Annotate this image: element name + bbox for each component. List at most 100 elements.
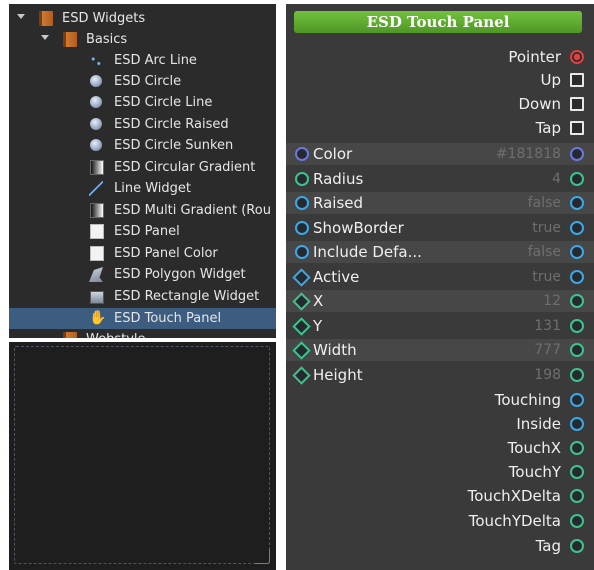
property-label: Radius xyxy=(313,170,364,188)
tree-item-multi-gradient[interactable]: ESD Multi Gradient (Rou xyxy=(9,200,276,221)
input-port-diamond-icon[interactable] xyxy=(292,317,311,336)
input-port-icon[interactable] xyxy=(295,221,309,235)
property-showborder[interactable]: ShowBorder true xyxy=(286,217,594,239)
input-port-icon[interactable] xyxy=(295,196,309,210)
property-value[interactable]: true xyxy=(532,217,561,239)
input-port-icon[interactable] xyxy=(295,147,309,161)
rectangle-icon xyxy=(90,291,104,304)
property-value[interactable]: 12 xyxy=(543,290,561,312)
output-port-icon[interactable] xyxy=(570,393,584,407)
node-panel[interactable]: ESD Touch Panel Pointer Up Down Tap Colo… xyxy=(286,4,594,570)
output-label: Tag xyxy=(535,537,561,555)
output-down: Down xyxy=(286,93,594,115)
output-port-icon[interactable] xyxy=(570,539,584,553)
tree-item-label: ESD Circle Raised xyxy=(114,117,229,132)
circle-icon xyxy=(90,96,102,108)
tree-item-label: ESD Panel Color xyxy=(114,246,218,261)
preview-canvas[interactable] xyxy=(14,346,270,564)
property-value[interactable]: 131 xyxy=(534,315,561,337)
property-raised[interactable]: Raised false xyxy=(286,192,594,214)
tree-item-circle-sunken[interactable]: ESD Circle Sunken xyxy=(9,135,276,156)
output-port-icon[interactable] xyxy=(570,343,584,357)
output-port-icon[interactable] xyxy=(570,245,584,259)
tree-item-label: ESD Circle Line xyxy=(114,95,213,110)
property-value[interactable]: true xyxy=(532,266,561,288)
property-value[interactable]: 4 xyxy=(552,168,561,190)
tree-item-circle-line[interactable]: ESD Circle Line xyxy=(9,92,276,113)
output-port-icon[interactable] xyxy=(570,196,584,210)
tree-item-panel-color[interactable]: ESD Panel Color xyxy=(9,243,276,264)
tree-item-label: ESD Circle Sunken xyxy=(114,138,234,153)
property-active[interactable]: Active true xyxy=(286,266,594,288)
property-label: ShowBorder xyxy=(313,219,404,237)
output-port-icon[interactable] xyxy=(570,489,584,503)
node-title[interactable]: ESD Touch Panel xyxy=(294,11,582,33)
tree-item-circular-gradient[interactable]: ESD Circular Gradient xyxy=(9,157,276,178)
output-tap: Tap xyxy=(286,117,594,139)
book-icon xyxy=(63,332,77,338)
expand-arrow-icon[interactable] xyxy=(17,14,25,19)
input-port-diamond-icon[interactable] xyxy=(292,341,311,360)
arc-line-icon xyxy=(89,53,103,68)
tree-item-label: Basics xyxy=(86,32,128,47)
tree-item-arc-line[interactable]: ESD Arc Line xyxy=(9,50,276,71)
tree-item-webstyle[interactable]: Webstyle xyxy=(9,329,276,338)
property-value[interactable]: 198 xyxy=(534,364,561,386)
output-port-icon[interactable] xyxy=(570,270,584,284)
property-label: X xyxy=(313,292,324,310)
preview-corner xyxy=(255,549,270,564)
widget-tree[interactable]: ESD Widgets Basics ESD Arc Line ESD Circ… xyxy=(9,4,276,338)
tree-item-label: ESD Rectangle Widget xyxy=(114,289,260,304)
property-y[interactable]: Y 131 xyxy=(286,315,594,337)
property-value[interactable]: #181818 xyxy=(496,143,561,165)
property-color[interactable]: Color #181818 xyxy=(286,143,594,165)
tree-item-polygon-widget[interactable]: ESD Polygon Widget xyxy=(9,264,276,285)
property-label: Y xyxy=(313,317,323,335)
tree-item-basics[interactable]: Basics xyxy=(9,29,276,50)
gradient-icon xyxy=(90,203,104,218)
panel-icon xyxy=(90,246,104,261)
property-width[interactable]: Width 777 xyxy=(286,339,594,361)
output-up: Up xyxy=(286,69,594,91)
output-tag: Tag xyxy=(286,535,594,557)
widget-preview[interactable] xyxy=(9,342,276,570)
input-port-icon[interactable] xyxy=(295,245,309,259)
output-port-icon[interactable] xyxy=(570,465,584,479)
property-x[interactable]: X 12 xyxy=(286,290,594,312)
property-value[interactable]: false xyxy=(528,241,561,263)
output-port-icon[interactable] xyxy=(570,368,584,382)
expand-arrow-icon[interactable] xyxy=(41,35,49,40)
output-port-icon[interactable] xyxy=(570,50,584,64)
input-port-icon[interactable] xyxy=(295,172,309,186)
checkbox-port-icon[interactable] xyxy=(570,97,584,111)
output-label: Tap xyxy=(535,119,561,137)
output-label: TouchYDelta xyxy=(468,512,561,530)
tree-item-line-widget[interactable]: Line Widget xyxy=(9,178,276,199)
checkbox-port-icon[interactable] xyxy=(570,121,584,135)
property-value[interactable]: 777 xyxy=(534,339,561,361)
output-port-icon[interactable] xyxy=(570,417,584,431)
output-port-icon[interactable] xyxy=(570,319,584,333)
output-port-icon[interactable] xyxy=(570,221,584,235)
output-port-icon[interactable] xyxy=(570,172,584,186)
tree-item-circle-raised[interactable]: ESD Circle Raised xyxy=(9,114,276,135)
tree-item-circle[interactable]: ESD Circle xyxy=(9,71,276,92)
property-label: Color xyxy=(313,145,353,163)
input-port-diamond-icon[interactable] xyxy=(292,292,311,311)
tree-item-rectangle-widget[interactable]: ESD Rectangle Widget xyxy=(9,286,276,307)
input-port-diamond-icon[interactable] xyxy=(292,366,311,385)
output-port-icon[interactable] xyxy=(570,514,584,528)
output-port-icon[interactable] xyxy=(570,441,584,455)
tree-item-touch-panel[interactable]: ✋ ESD Touch Panel xyxy=(9,308,276,329)
property-value[interactable]: false xyxy=(528,192,561,214)
property-height[interactable]: Height 198 xyxy=(286,364,594,386)
checkbox-port-icon[interactable] xyxy=(570,73,584,87)
property-radius[interactable]: Radius 4 xyxy=(286,168,594,190)
output-label: TouchXDelta xyxy=(467,487,561,505)
output-port-icon[interactable] xyxy=(570,294,584,308)
output-port-icon[interactable] xyxy=(570,147,584,161)
input-port-diamond-icon[interactable] xyxy=(292,268,311,287)
tree-item-panel[interactable]: ESD Panel xyxy=(9,221,276,242)
property-include-defaults[interactable]: Include Defa... false xyxy=(286,241,594,263)
tree-item-esd-widgets[interactable]: ESD Widgets xyxy=(9,8,276,29)
